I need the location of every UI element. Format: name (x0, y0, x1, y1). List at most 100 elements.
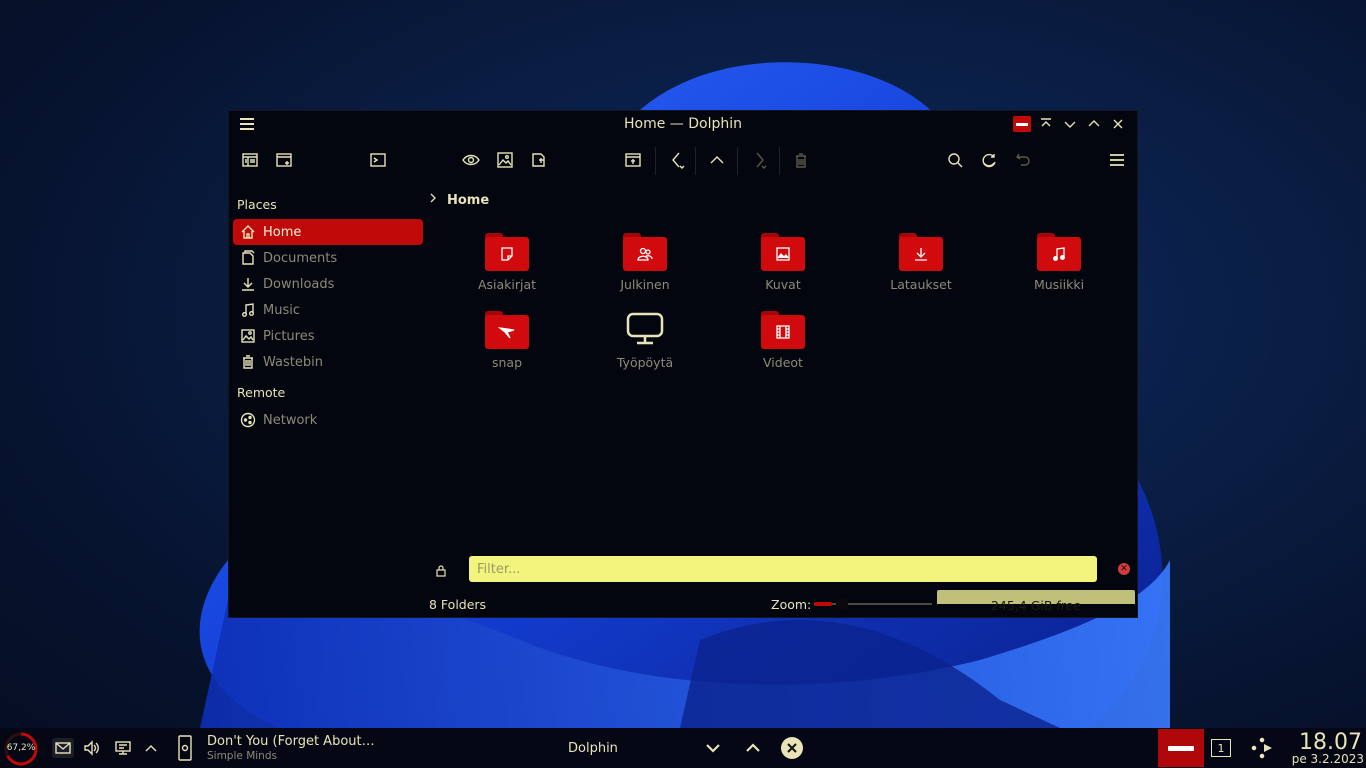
breadcrumb-current[interactable]: Home (447, 193, 489, 208)
sidebar-item-label: Network (263, 412, 318, 428)
network-icon (239, 411, 257, 429)
folder-label: Työpöytä (616, 355, 674, 370)
sidebar-item-label: Music (263, 302, 300, 318)
free-space-text: 245,4 GiB free (990, 598, 1082, 613)
downloads-icon (239, 275, 257, 293)
main-toolbar (229, 145, 1137, 175)
folder-item[interactable]: Lataukset (861, 229, 981, 301)
folder-label: Lataukset (890, 277, 952, 292)
kde-connect-icon[interactable] (1250, 736, 1276, 760)
videos-folder-icon (761, 311, 805, 351)
sidebar-item-label: Wastebin (263, 354, 323, 370)
folder-item[interactable]: Kuvat (723, 229, 843, 301)
folder-label: Videot (763, 355, 803, 370)
folder-label: snap (491, 355, 523, 370)
zoom-slider[interactable] (814, 598, 932, 610)
home-icon (239, 223, 257, 241)
taskbar: 67,2% Don't You (Forget About… Simple Mi… (0, 728, 1366, 768)
sidebar-item-label: Home (263, 224, 302, 240)
close-icon[interactable] (1109, 115, 1127, 133)
clear-filter-icon[interactable]: ✕ (1118, 563, 1130, 575)
desktop-monitor-icon (623, 311, 667, 351)
documents-icon (239, 249, 257, 267)
downloads-folder-icon (899, 233, 943, 273)
sidebar-item-music[interactable]: Music (233, 297, 423, 323)
window-titlebar[interactable]: Home — Dolphin (229, 111, 1137, 139)
media-title[interactable]: Don't You (Forget About… (207, 734, 375, 749)
forward-icon[interactable] (748, 149, 770, 171)
app-menu-button[interactable] (1013, 116, 1031, 132)
sidebar-item-wastebin[interactable]: Wastebin (233, 349, 423, 375)
maximize-icon[interactable] (1085, 115, 1103, 133)
preview-eye-icon[interactable] (460, 149, 482, 171)
search-icon[interactable] (944, 149, 966, 171)
breadcrumb[interactable]: Home (429, 191, 489, 209)
close-task-icon[interactable] (781, 737, 803, 759)
sidebar-item-label: Downloads (263, 276, 335, 292)
sidebar-item-documents[interactable]: Documents (233, 245, 423, 271)
delete-icon[interactable] (790, 149, 812, 171)
zoom-label: Zoom: (771, 597, 812, 612)
filter-input[interactable] (469, 556, 1097, 582)
cpu-load-text: 67,2% (6, 743, 36, 753)
document-folder-icon (485, 233, 529, 273)
dolphin-window: Home — Dolphin Places Home Documents Dow… (228, 110, 1138, 618)
sidebar-item-label: Documents (263, 250, 338, 266)
folder-item[interactable]: Musiikki (999, 229, 1119, 301)
media-player-icon[interactable] (175, 734, 195, 762)
zoom-slider-handle[interactable] (835, 598, 848, 610)
lock-icon[interactable] (434, 563, 448, 577)
task-dolphin[interactable]: Dolphin (568, 741, 618, 756)
keep-above-icon[interactable] (1037, 115, 1055, 133)
folder-count-status: 8 Folders (429, 597, 487, 612)
public-folder-icon (623, 233, 667, 273)
folder-item[interactable]: Julkinen (585, 229, 705, 301)
new-tab-icon[interactable] (528, 149, 550, 171)
reload-icon[interactable] (978, 149, 1000, 171)
sidebar-item-home[interactable]: Home (233, 219, 423, 245)
sidebar-item-network[interactable]: Network (233, 407, 423, 433)
sidebar-item-downloads[interactable]: Downloads (233, 271, 423, 297)
music-icon (239, 301, 257, 319)
folder-label: Julkinen (620, 277, 670, 292)
panels-icon[interactable] (622, 149, 644, 171)
zoom-slider-fill (814, 602, 832, 606)
pictures-icon (239, 327, 257, 345)
snap-folder-icon (485, 311, 529, 351)
mail-icon[interactable] (52, 738, 74, 758)
folder-label: Kuvat (765, 277, 801, 292)
image-preview-icon[interactable] (494, 149, 516, 171)
music-folder-icon (1037, 233, 1081, 273)
split-view-icon[interactable] (239, 149, 261, 171)
undo-icon[interactable] (1012, 149, 1034, 171)
folder-label: Asiakirjat (477, 277, 537, 292)
back-icon[interactable] (666, 149, 688, 171)
virtual-desktop-pager[interactable]: 1 (1211, 739, 1231, 757)
media-artist[interactable]: Simple Minds (207, 750, 277, 762)
folder-item[interactable]: snap (447, 307, 567, 379)
sidebar-item-label: Pictures (263, 328, 315, 344)
hamburger-menu-icon[interactable] (1106, 149, 1128, 171)
chevron-up-icon[interactable] (743, 738, 763, 758)
new-window-icon[interactable] (273, 149, 295, 171)
window-title: Home — Dolphin (623, 116, 742, 132)
chevron-up-icon[interactable] (142, 738, 160, 758)
places-section-title: Places (237, 197, 277, 212)
clock-date[interactable]: pe 3.2.2023 (1292, 752, 1364, 766)
sidebar-item-pictures[interactable]: Pictures (233, 323, 423, 349)
folder-item[interactable]: Työpöytä (585, 307, 705, 379)
folder-label: Musiikki (1033, 277, 1085, 292)
folder-item[interactable]: Videot (723, 307, 843, 379)
active-task-button[interactable] (1158, 729, 1204, 767)
wastebin-icon (239, 353, 257, 371)
remote-section-title: Remote (237, 385, 286, 400)
folder-item[interactable]: Asiakirjat (447, 229, 567, 301)
chevron-right-icon[interactable] (429, 192, 437, 208)
display-icon[interactable] (112, 738, 134, 758)
minimize-icon[interactable] (1061, 115, 1079, 133)
volume-icon[interactable] (82, 738, 102, 758)
terminal-icon[interactable] (367, 149, 389, 171)
places-panel: Places Home Documents Downloads Music Pi… (233, 193, 423, 433)
chevron-down-icon[interactable] (703, 738, 723, 758)
up-icon[interactable] (706, 149, 728, 171)
